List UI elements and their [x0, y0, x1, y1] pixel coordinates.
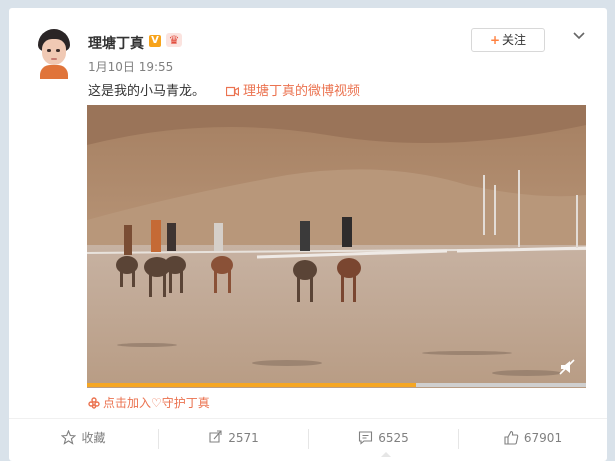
follow-label: 关注 [502, 33, 527, 47]
like-icon [504, 430, 519, 445]
avatar[interactable] [32, 27, 74, 79]
repost-count: 2571 [228, 431, 259, 445]
video-icon [225, 86, 240, 97]
action-bar: 收藏 2571 6525 67901 [9, 419, 607, 461]
crown-icon: ♛ [166, 33, 182, 47]
chevron-down-icon[interactable] [572, 28, 586, 42]
like-count: 67901 [523, 431, 563, 445]
comment-count: 6525 [378, 431, 409, 445]
post-time[interactable]: 1月10日 19:55 [88, 58, 173, 75]
video-progress-bar[interactable] [87, 383, 586, 387]
comment-active-caret [381, 452, 391, 457]
repost-icon [209, 430, 222, 443]
promo-label: 点击加入♡守护丁真 [103, 396, 210, 410]
post-text: 这是我的小马青龙。 [88, 84, 206, 99]
star-icon [61, 429, 77, 445]
flower-icon [88, 397, 100, 409]
favorite-label: 收藏 [81, 431, 106, 445]
plus-icon: + [489, 33, 501, 47]
verified-badge: V [149, 35, 161, 47]
video-link-label: 理塘丁真的微博视频 [243, 84, 361, 99]
promo-link[interactable]: 点击加入♡守护丁真 [88, 394, 210, 411]
follow-button[interactable]: + 关注 [471, 28, 545, 52]
video-progress-fill [87, 383, 417, 387]
comment-icon [359, 431, 373, 445]
favorite-button[interactable]: 收藏 [9, 419, 158, 457]
video-link[interactable]: 理塘丁真的微博视频 [225, 80, 361, 99]
repost-button[interactable]: 2571 [159, 419, 308, 457]
author-name[interactable]: 理塘丁真 [88, 33, 144, 53]
video-player[interactable] [87, 105, 586, 388]
like-button[interactable]: 67901 [459, 419, 607, 457]
